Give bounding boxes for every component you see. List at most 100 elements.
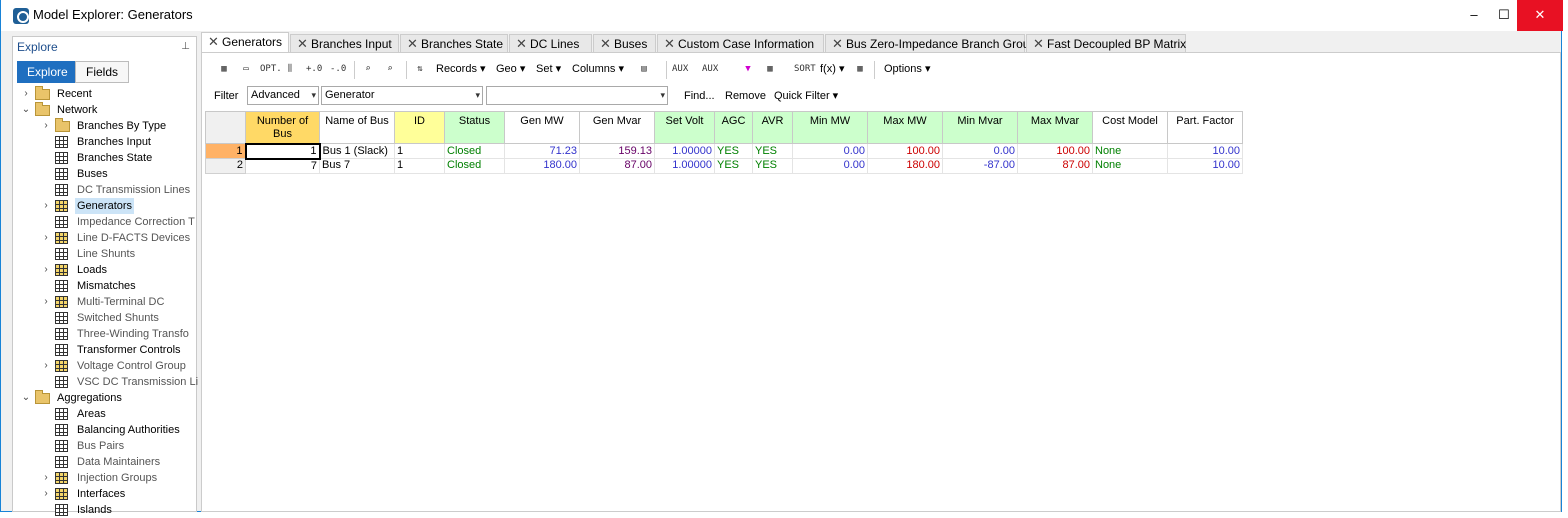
column-header[interactable]: Min Mvar (942, 111, 1018, 144)
close-tab-icon[interactable]: ✕ (600, 35, 611, 53)
tab-explore[interactable]: Explore (17, 61, 78, 83)
tree-item[interactable]: › Loads (13, 262, 196, 278)
decimal-decrease-icon[interactable]: -.0 (330, 61, 346, 77)
table-cell[interactable]: 1.00000 (654, 158, 715, 174)
chevron-right-icon[interactable]: › (41, 486, 51, 502)
column-split-icon[interactable]: ⫼ (282, 61, 298, 77)
tree-item[interactable]: › Voltage Control Group (13, 358, 196, 374)
chevron-right-icon[interactable]: › (41, 230, 51, 246)
table-cell[interactable]: 0.00 (792, 158, 868, 174)
row-number[interactable]: 2 (205, 158, 246, 174)
table-row[interactable]: 2 7 Bus 7 1 Closed 180.00 87.00 1.00000 YES YES 0.… (205, 158, 1243, 174)
optimal-column-width-icon[interactable]: OPT. (260, 61, 282, 77)
column-header[interactable]: AVR (752, 111, 793, 144)
grid-options-icon[interactable]: ▦ (762, 61, 778, 77)
column-header[interactable]: Min MW (792, 111, 868, 144)
sort-icon[interactable]: SORT (794, 61, 816, 77)
tree-item[interactable]: Mismatches (13, 278, 196, 294)
table-cell[interactable]: Bus 1 (Slack) (319, 143, 395, 159)
tree-item[interactable]: Bus Pairs (13, 438, 196, 454)
column-header[interactable]: Name of Bus (319, 111, 395, 144)
table-cell[interactable]: Bus 7 (319, 158, 395, 174)
table-icon[interactable]: ▦ (852, 61, 868, 77)
select-all-icon[interactable]: ▦ (216, 61, 232, 77)
tab-buses[interactable]: ✕ Buses (593, 34, 656, 53)
tree-item[interactable]: Line Shunts (13, 246, 196, 262)
filter-mode-select[interactable]: Advanced ▾ (247, 86, 319, 105)
tab-custom-case-information[interactable]: ✕ Custom Case Information (657, 34, 824, 53)
table-cell[interactable]: YES (714, 143, 753, 159)
tree-item[interactable]: VSC DC Transmission Li (13, 374, 198, 390)
chevron-right-icon[interactable]: › (41, 294, 51, 310)
column-header[interactable]: Number of Bus (245, 111, 320, 144)
close-tab-icon[interactable]: ✕ (1033, 35, 1044, 53)
decimal-increase-icon[interactable]: +.0 (306, 61, 322, 77)
table-cell[interactable]: 71.23 (504, 143, 580, 159)
find-icon[interactable]: ⌕ (360, 61, 376, 77)
table-cell[interactable]: None (1092, 143, 1168, 159)
chevron-down-icon[interactable]: ⌄ (21, 390, 31, 406)
records-menu[interactable]: Records ▾ (436, 59, 486, 79)
close-tab-icon[interactable]: ✕ (407, 35, 418, 53)
table-cell[interactable]: YES (752, 143, 793, 159)
tree-item[interactable]: Transformer Controls (13, 342, 196, 358)
tree-item[interactable]: › Branches By Type (13, 118, 196, 134)
tree-item[interactable]: › Multi-Terminal DC (13, 294, 196, 310)
grid-corner[interactable] (205, 111, 246, 144)
table-cell[interactable]: 100.00 (1017, 143, 1093, 159)
chevron-down-icon[interactable]: ⌄ (21, 102, 31, 118)
tab-branches-input[interactable]: ✕ Branches Input (290, 34, 399, 53)
close-tab-icon[interactable]: ✕ (664, 35, 675, 53)
chevron-right-icon[interactable]: › (41, 470, 51, 486)
tree-item[interactable]: Buses (13, 166, 196, 182)
tree-item[interactable]: › Generators (13, 198, 196, 214)
chevron-right-icon[interactable]: › (41, 262, 51, 278)
tree-item[interactable]: Impedance Correction T (13, 214, 196, 230)
filter-object-select[interactable]: Generator ▾ (321, 86, 483, 105)
options-menu[interactable]: Options ▾ (884, 59, 931, 79)
table-cell[interactable]: 1 (244, 142, 321, 160)
table-cell[interactable]: 1.00000 (654, 143, 715, 159)
tree-item[interactable]: Branches State (13, 150, 196, 166)
layout-icon[interactable]: ▤ (636, 61, 652, 77)
tree-item[interactable]: Areas (13, 406, 196, 422)
column-header[interactable]: Max Mvar (1017, 111, 1093, 144)
tree-item[interactable]: Islands (13, 502, 196, 518)
table-cell[interactable]: -87.00 (942, 158, 1018, 174)
table-row[interactable]: 1 1 Bus 1 (Slack) 1 Closed 71.23 159.13 1.00000… (205, 142, 1243, 160)
window-icon[interactable]: ▭ (238, 61, 254, 77)
tab-dc-lines[interactable]: ✕ DC Lines (509, 34, 592, 53)
quick-filter-menu[interactable]: Quick Filter ▾ (774, 87, 838, 105)
close-tab-icon[interactable]: ✕ (516, 35, 527, 53)
aux-import-icon[interactable]: AUX (702, 61, 718, 77)
chevron-right-icon[interactable]: › (41, 118, 51, 134)
column-header[interactable]: Gen MW (504, 111, 580, 144)
table-cell[interactable]: 180.00 (504, 158, 580, 174)
column-header[interactable]: ID (394, 111, 445, 144)
column-header[interactable]: AGC (714, 111, 753, 144)
row-number[interactable]: 1 (205, 143, 246, 159)
records-icon[interactable]: ⇅ (412, 61, 428, 77)
column-header[interactable]: Part. Factor (1167, 111, 1243, 144)
column-header[interactable]: Cost Model (1092, 111, 1168, 144)
tab-branches-state[interactable]: ✕ Branches State (400, 34, 508, 53)
close-tab-icon[interactable]: ✕ (297, 35, 308, 53)
remove-button[interactable]: Remove (725, 87, 766, 105)
table-cell[interactable]: Closed (444, 158, 505, 174)
table-cell[interactable]: 0.00 (942, 143, 1018, 159)
table-cell[interactable]: 10.00 (1167, 143, 1243, 159)
table-cell[interactable]: YES (714, 158, 753, 174)
tree-item[interactable]: › Recent (13, 86, 196, 102)
tree-item[interactable]: Balancing Authorities (13, 422, 196, 438)
column-header[interactable]: Set Volt (654, 111, 715, 144)
table-cell[interactable]: 1 (394, 143, 445, 159)
set-menu[interactable]: Set ▾ (536, 59, 561, 79)
pin-icon[interactable]: ⊥ (181, 41, 190, 52)
tab-fields[interactable]: Fields (75, 61, 129, 83)
table-cell[interactable]: 7 (245, 158, 320, 174)
aux-export-icon[interactable]: AUX (672, 61, 688, 77)
tab-fast-decoupled-bp-matrix[interactable]: ✕ Fast Decoupled BP Matrix (1026, 34, 1186, 53)
find-button[interactable]: Find... (684, 87, 715, 105)
tree-item[interactable]: Switched Shunts (13, 310, 196, 326)
table-cell[interactable]: 10.00 (1167, 158, 1243, 174)
